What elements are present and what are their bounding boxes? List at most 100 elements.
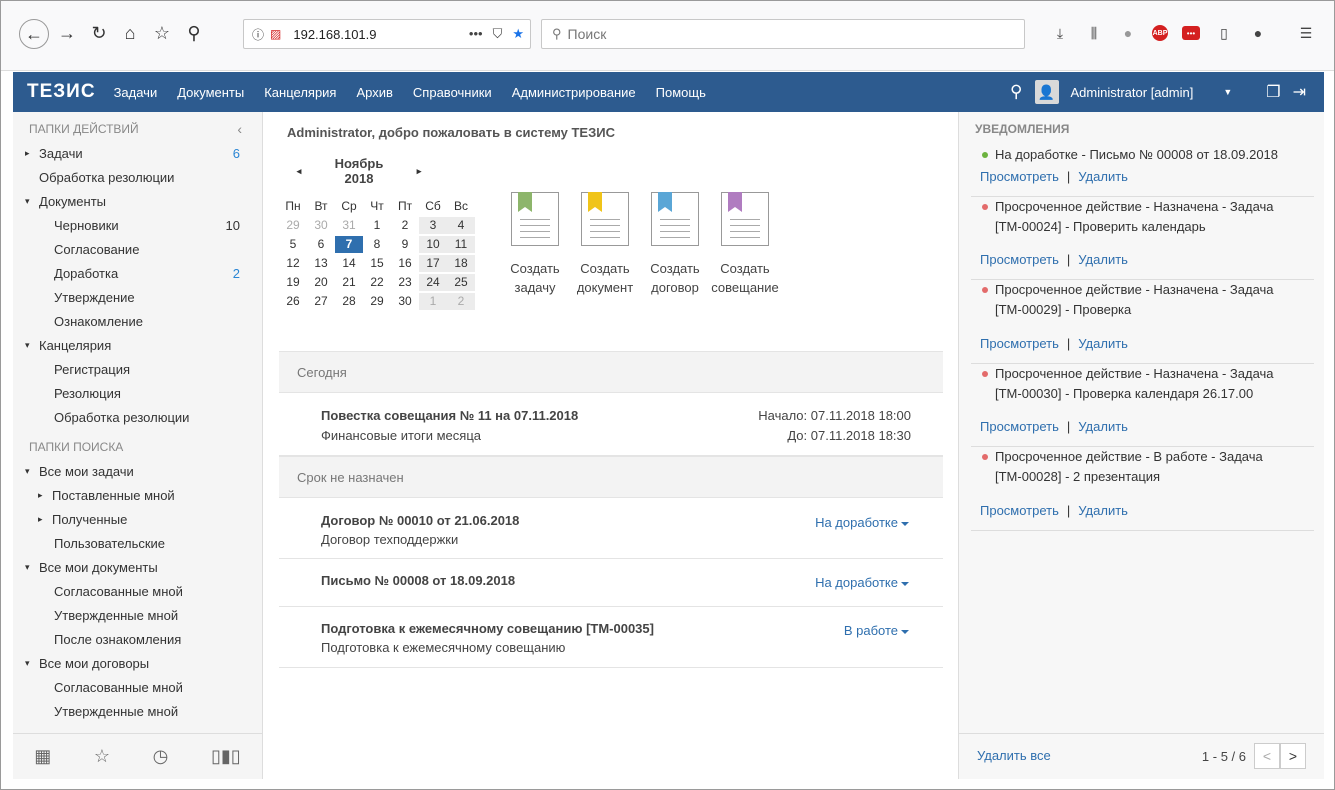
calendar-day[interactable]: 8 bbox=[363, 236, 391, 253]
extension-icon[interactable]: ••• bbox=[1182, 26, 1200, 40]
search-folder-item[interactable]: ▸ Поставленные мной bbox=[13, 483, 262, 507]
search-folder-item[interactable]: Согласованные мной bbox=[13, 579, 262, 603]
create-document-icon[interactable] bbox=[581, 192, 629, 246]
sidebar-item[interactable]: ▸ Задачи 6 bbox=[13, 141, 262, 165]
prev-month-icon[interactable]: ◂ bbox=[279, 166, 319, 177]
calendar-day[interactable]: 30 bbox=[307, 217, 335, 234]
globe-icon[interactable]: ● bbox=[1118, 23, 1138, 43]
expand-arrow-icon[interactable]: ▾ bbox=[25, 340, 35, 351]
calendar-day[interactable]: 28 bbox=[335, 293, 363, 310]
calendar-day[interactable]: 15 bbox=[363, 255, 391, 272]
chart-icon[interactable]: ▯▮▯ bbox=[211, 746, 241, 767]
menu-item-documents[interactable]: Документы bbox=[177, 85, 244, 100]
search-folder-item[interactable]: ▾ Все мои договоры bbox=[13, 651, 262, 675]
search-folder-item[interactable]: ▸ Полученные bbox=[13, 507, 262, 531]
calendar-day[interactable]: 1 bbox=[419, 293, 447, 310]
calendar-day[interactable]: 1 bbox=[363, 217, 391, 234]
calendar-day[interactable]: 19 bbox=[279, 274, 307, 291]
expand-arrow-icon[interactable]: ▾ bbox=[25, 562, 35, 573]
library-icon[interactable]: ⫼ bbox=[1084, 23, 1104, 43]
download-icon[interactable]: ⤓ bbox=[1050, 23, 1070, 43]
clock-icon[interactable]: ◷ bbox=[153, 746, 169, 767]
calendar-day[interactable]: 21 bbox=[335, 274, 363, 291]
create-document-icon[interactable] bbox=[651, 192, 699, 246]
sidebar-item[interactable]: Согласование bbox=[13, 237, 262, 261]
create-document-icon[interactable] bbox=[511, 192, 559, 246]
delete-link[interactable]: Удалить bbox=[1078, 503, 1128, 518]
sidebar-item[interactable]: Утверждение bbox=[13, 285, 262, 309]
view-link[interactable]: Просмотреть bbox=[980, 336, 1059, 351]
expand-arrow-icon[interactable]: ▸ bbox=[38, 514, 48, 525]
search-folder-item[interactable]: После ознакомления bbox=[13, 627, 262, 651]
delete-link[interactable]: Удалить bbox=[1078, 419, 1128, 434]
calendar-day[interactable]: 10 bbox=[419, 236, 447, 253]
reload-button[interactable]: ↻ bbox=[87, 21, 111, 45]
menu-item-archive[interactable]: Архив bbox=[356, 85, 392, 100]
url-bar[interactable]: ⓘ ▨ 192.168.101.9 ••• ⛉ ★ bbox=[243, 19, 531, 49]
new-window-icon[interactable]: ❐ bbox=[1266, 82, 1280, 102]
search-folder-item[interactable]: Согласованные мной bbox=[13, 675, 262, 699]
search-folder-item[interactable]: ▾ Все мои документы bbox=[13, 555, 262, 579]
next-month-icon[interactable]: ▸ bbox=[399, 166, 439, 177]
calendar-day[interactable]: 17 bbox=[419, 255, 447, 272]
sidebar-item[interactable]: ▾ Канцелярия bbox=[13, 333, 262, 357]
expand-arrow-icon[interactable]: ▾ bbox=[25, 196, 35, 207]
create-tile-label[interactable]: Создать совещание bbox=[701, 259, 789, 297]
expand-arrow-icon[interactable]: ▸ bbox=[38, 490, 48, 501]
chevron-down-icon[interactable]: ▼ bbox=[1223, 87, 1232, 97]
delete-all-link[interactable]: Удалить все bbox=[977, 748, 1051, 763]
menu-item-tasks[interactable]: Задачи bbox=[114, 85, 158, 100]
calendar-day[interactable]: 20 bbox=[307, 274, 335, 291]
calendar-day[interactable]: 24 bbox=[419, 274, 447, 291]
expand-arrow-icon[interactable]: ▾ bbox=[25, 466, 35, 477]
info-icon[interactable]: ⓘ bbox=[252, 26, 264, 43]
search-folder-item[interactable]: Пользовательские bbox=[13, 531, 262, 555]
task-title[interactable]: Договор № 00010 от 21.06.2018 bbox=[321, 513, 519, 528]
extension-circles-icon[interactable]: ● bbox=[1248, 23, 1268, 43]
search-folder-item[interactable]: Утвержденные мной bbox=[13, 699, 262, 723]
calendar-day[interactable]: 3 bbox=[419, 217, 447, 234]
task-title[interactable]: Подготовка к ежемесячному совещанию [ТМ-… bbox=[321, 621, 654, 636]
avatar[interactable]: 👤 bbox=[1034, 80, 1059, 104]
calendar-day[interactable]: 13 bbox=[307, 255, 335, 272]
user-name[interactable]: Administrator [admin] bbox=[1071, 85, 1194, 100]
app-logo[interactable]: ТЕЗИС bbox=[27, 81, 96, 103]
sidebar-item[interactable]: Резолюция bbox=[13, 381, 262, 405]
calendar-day[interactable]: 16 bbox=[391, 255, 419, 272]
collapse-icon[interactable]: ‹ bbox=[237, 121, 242, 137]
calendar-day[interactable]: 23 bbox=[391, 274, 419, 291]
create-tile[interactable]: Создать договор bbox=[650, 192, 700, 297]
sidebar-item[interactable]: Обработка резолюции bbox=[13, 165, 262, 189]
expand-arrow-icon[interactable]: ▾ bbox=[25, 658, 35, 669]
adblock-icon[interactable]: ABP bbox=[1152, 25, 1168, 41]
create-tile[interactable]: Создать совещание bbox=[711, 192, 779, 297]
delete-link[interactable]: Удалить bbox=[1078, 252, 1128, 267]
sidebar-icon[interactable]: ▯ bbox=[1214, 23, 1234, 43]
calendar-day[interactable]: 7 bbox=[335, 236, 363, 253]
view-link[interactable]: Просмотреть bbox=[980, 252, 1059, 267]
meeting-row[interactable]: Повестка совещания № 11 на 07.11.2018 Фи… bbox=[279, 394, 943, 456]
browser-search-input[interactable]: ⚲ Поиск bbox=[541, 19, 1025, 49]
view-link[interactable]: Просмотреть bbox=[980, 503, 1059, 518]
calendar-day[interactable]: 29 bbox=[279, 217, 307, 234]
more-icon[interactable]: ••• bbox=[469, 26, 483, 42]
calendar-day[interactable]: 25 bbox=[447, 274, 475, 291]
sidebar-item[interactable]: Доработка 2 bbox=[13, 261, 262, 285]
calendar-day[interactable]: 2 bbox=[391, 217, 419, 234]
delete-link[interactable]: Удалить bbox=[1078, 336, 1128, 351]
calendar-day[interactable]: 12 bbox=[279, 255, 307, 272]
calendar-day[interactable]: 5 bbox=[279, 236, 307, 253]
sidebar-item[interactable]: ▾ Документы bbox=[13, 189, 262, 213]
calendar-day[interactable]: 14 bbox=[335, 255, 363, 272]
create-document-icon[interactable] bbox=[721, 192, 769, 246]
search-icon[interactable]: ⚲ bbox=[182, 21, 206, 45]
calendar-day[interactable]: 26 bbox=[279, 293, 307, 310]
menu-item-office[interactable]: Канцелярия bbox=[264, 85, 336, 100]
view-link[interactable]: Просмотреть bbox=[980, 169, 1059, 184]
favorites-icon[interactable]: ☆ bbox=[94, 746, 110, 767]
pocket-icon[interactable]: ⛉ bbox=[493, 26, 503, 42]
delete-link[interactable]: Удалить bbox=[1078, 169, 1128, 184]
task-title[interactable]: Письмо № 00008 от 18.09.2018 bbox=[321, 573, 515, 588]
logout-icon[interactable]: ⇥ bbox=[1293, 82, 1306, 102]
menu-item-administration[interactable]: Администрирование bbox=[512, 85, 636, 100]
